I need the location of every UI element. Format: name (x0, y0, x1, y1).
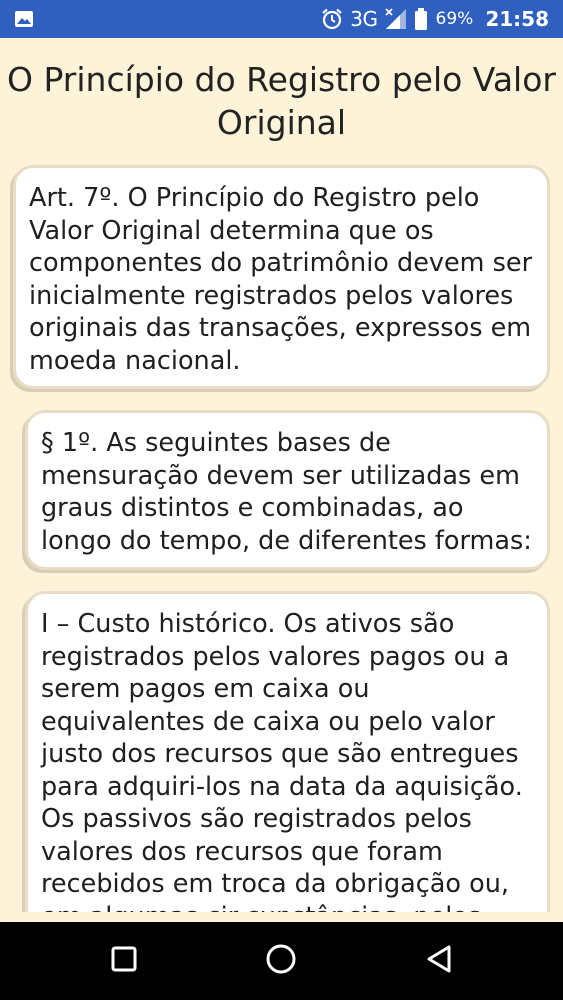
status-bar: 3G 69% 21:58 (0, 0, 563, 38)
gallery-icon (14, 10, 34, 28)
triangle-back-icon (425, 944, 453, 978)
network-type-label: 3G (350, 7, 378, 31)
page-title: O Princípio do Registro pelo Valor Origi… (7, 60, 556, 142)
article-card[interactable]: Art. 7º. O Princípio do Registro pelo Va… (13, 165, 550, 389)
paragraph-text: § 1º. As seguintes bases de mensuração d… (41, 428, 532, 556)
clock: 21:58 (485, 7, 549, 31)
battery-icon (414, 7, 428, 31)
recents-button[interactable] (94, 931, 154, 991)
alarm-clock-icon (320, 7, 344, 31)
back-button[interactable] (409, 931, 469, 991)
navigation-bar (0, 922, 563, 1000)
home-button[interactable] (251, 931, 311, 991)
battery-percent: 69% (435, 9, 474, 29)
square-recents-icon (111, 946, 137, 976)
paragraph-card[interactable]: § 1º. As seguintes bases de mensuração d… (25, 410, 550, 570)
item-text: I – Custo histórico. Os ativos são regis… (41, 609, 523, 912)
content-area[interactable]: O Princípio do Registro pelo Valor Origi… (0, 38, 563, 912)
cell-signal-icon (384, 7, 408, 31)
item-card[interactable]: I – Custo histórico. Os ativos são regis… (25, 591, 550, 912)
circle-home-icon (265, 943, 297, 979)
article-text: Art. 7º. O Princípio do Registro pelo Va… (29, 183, 533, 376)
